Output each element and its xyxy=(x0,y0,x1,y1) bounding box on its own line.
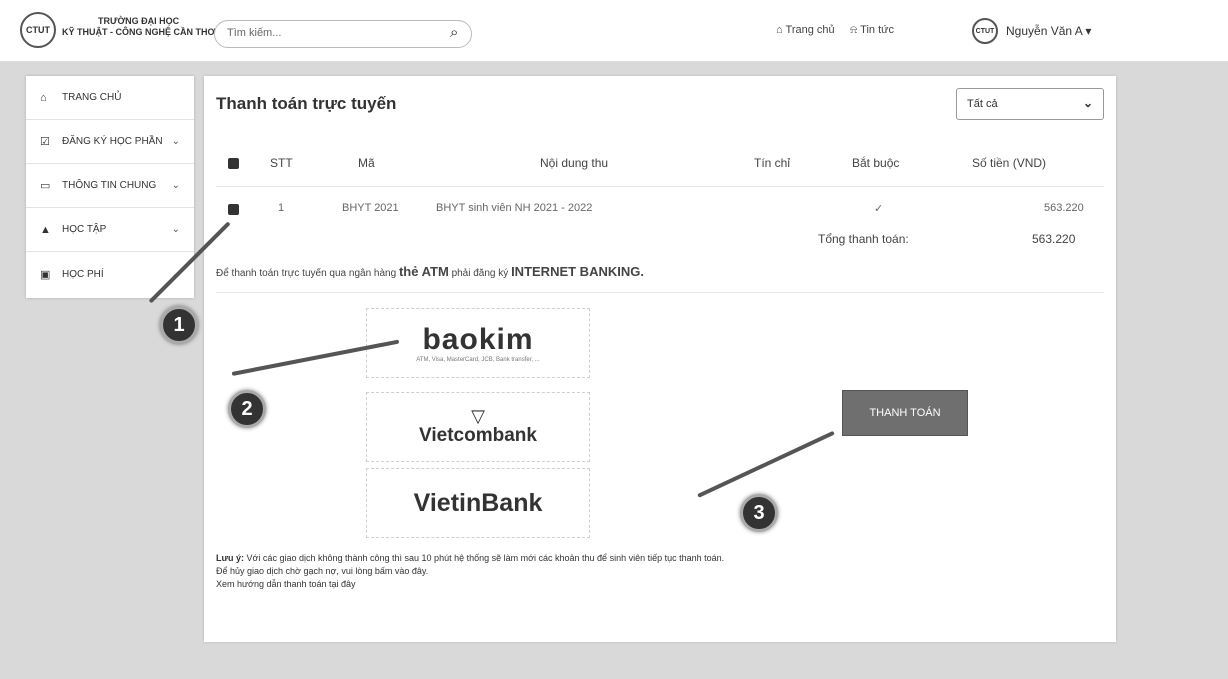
sidebar-item-label: TRANG CHỦ xyxy=(62,92,122,103)
page-title: Thanh toán trực tuyến xyxy=(216,94,397,113)
graduation-cap-icon: ▲ xyxy=(40,223,51,236)
cancel-transaction-link[interactable]: Để hủy giao dịch chờ gạch nợ, vui lòng b… xyxy=(216,565,724,578)
pay-button[interactable]: THANH TOÁN xyxy=(842,390,968,436)
column-header-ma: Mã xyxy=(358,156,375,170)
vietcombank-logo-icon: ▽ xyxy=(471,406,485,426)
chevron-down-icon: ▾ xyxy=(1085,24,1092,38)
chevron-down-icon: ⌄ xyxy=(1082,96,1093,110)
chevron-down-icon: ⌄ xyxy=(171,136,180,147)
sidebar-item-thong-tin-chung[interactable]: ▭ THÔNG TIN CHUNG ⌄ xyxy=(26,164,194,208)
bell-icon: ⍾ xyxy=(850,24,858,36)
bank-note-prefix: Để thanh toán trực tuyến qua ngân hàng xyxy=(216,268,397,279)
total-value: 563.220 xyxy=(1032,232,1076,246)
sidebar-item-hoc-tap[interactable]: ▲ HỌC TẬP ⌄ xyxy=(26,208,194,252)
sidebar-item-label: HỌC TẬP xyxy=(62,224,107,235)
payment-guide-link[interactable]: Xem hướng dẫn thanh toán tại đây xyxy=(216,578,724,591)
school-name-line1: TRƯỜNG ĐẠI HỌC xyxy=(98,16,180,26)
filter-value: Tất cả xyxy=(967,98,998,110)
cell-stt: 1 xyxy=(278,202,285,214)
monitor-icon: ▭ xyxy=(40,180,51,192)
column-header-bat-buoc: Bắt buộc xyxy=(852,156,900,170)
column-header-so-tien: Số tiền (VND) xyxy=(972,156,1047,170)
baokim-subtitle: ATM, Visa, MasterCard, JCB, Bank transfe… xyxy=(416,357,540,363)
column-header-noi-dung: Nội dung thu xyxy=(540,156,609,170)
nav-home-label: Trang chủ xyxy=(785,24,835,36)
sidebar-item-label: HỌC PHÍ xyxy=(62,268,104,280)
nav-news-label: Tin tức xyxy=(860,24,895,36)
cell-so-tien: 563.220 xyxy=(1044,202,1084,214)
step-marker-2: 2 xyxy=(228,390,266,428)
vietinbank-name: VietinBank xyxy=(413,488,543,517)
bank-note-mid: phải đăng ký xyxy=(451,268,509,279)
cell-bat-buoc: ✓ xyxy=(874,203,884,215)
bank-note-atm: thẻ ATM xyxy=(398,264,449,279)
school-logo[interactable]: CTUT xyxy=(20,12,56,48)
baokim-logo-text: baokim xyxy=(422,323,534,356)
search-icon[interactable]: ⌕ xyxy=(450,24,458,41)
money-icon: ▣ xyxy=(40,268,51,281)
sidebar-item-dang-ky-hoc-phan[interactable]: ☑ ĐĂNG KÝ HỌC PHẦN ⌄ xyxy=(26,120,194,164)
bank-option-vietcombank[interactable]: ▽ Vietcombank xyxy=(366,392,590,462)
search-input[interactable]: Tìm kiếm... xyxy=(214,20,472,48)
user-name: Nguyễn Văn A xyxy=(1006,24,1083,38)
home-icon: ⌂ xyxy=(776,24,783,36)
sidebar: ⌂ TRANG CHỦ ☑ ĐĂNG KÝ HỌC PHẦN ⌄ ▭ THÔNG… xyxy=(26,76,194,298)
column-header-tin-chi: Tín chỉ xyxy=(754,156,791,170)
search-placeholder: Tìm kiếm... xyxy=(227,27,282,39)
cell-noi-dung: BHYT sinh viên NH 2021 - 2022 xyxy=(436,202,593,214)
vietcombank-name: Vietcombank xyxy=(419,425,537,446)
payment-panel: Thanh toán trực tuyến Tất cả ⌄ STT Mã Nộ… xyxy=(204,76,1116,642)
total-label: Tổng thanh toán: xyxy=(818,232,909,246)
cell-ma: BHYT 2021 xyxy=(342,202,399,214)
column-header-stt: STT xyxy=(270,156,293,170)
bank-note-internet-banking: INTERNET BANKING. xyxy=(511,264,644,279)
select-all-checkbox[interactable] xyxy=(228,158,239,169)
filter-select[interactable]: Tất cả ⌄ xyxy=(956,88,1104,120)
note-label: Lưu ý: xyxy=(216,553,245,563)
bank-instruction: Để thanh toán trực tuyến qua ngân hàng t… xyxy=(216,264,644,279)
row-checkbox[interactable] xyxy=(228,204,239,215)
step-marker-3: 3 xyxy=(740,494,778,532)
sidebar-item-hoc-phi[interactable]: ▣ HỌC PHÍ ⌄ xyxy=(26,252,194,296)
check-square-icon: ☑ xyxy=(40,136,50,148)
school-name: TRƯỜNG ĐẠI HỌC KỸ THUẬT - CÔNG NGHỆ CẦN … xyxy=(62,16,215,38)
top-header: CTUT TRƯỜNG ĐẠI HỌC KỸ THUẬT - CÔNG NGHỆ… xyxy=(0,0,1228,62)
chevron-down-icon: ⌄ xyxy=(171,224,180,235)
bank-option-baokim[interactable]: baokim ATM, Visa, MasterCard, JCB, Bank … xyxy=(366,308,590,378)
sidebar-item-label: ĐĂNG KÝ HỌC PHẦN xyxy=(62,136,163,147)
school-name-line2: KỸ THUẬT - CÔNG NGHỆ CẦN THƠ xyxy=(62,27,216,37)
payment-notes: Lưu ý: Với các giao dịch không thành côn… xyxy=(216,552,724,591)
note-line-1: Với các giao dịch không thành công thì s… xyxy=(246,553,725,563)
chevron-down-icon: ⌄ xyxy=(171,180,180,191)
sidebar-item-label: THÔNG TIN CHUNG xyxy=(62,180,157,191)
sidebar-item-trang-chu[interactable]: ⌂ TRANG CHỦ xyxy=(26,76,194,120)
section-divider xyxy=(216,292,1104,293)
bank-option-vietinbank[interactable]: VietinBank xyxy=(366,468,590,538)
avatar-text: CTUT xyxy=(975,27,995,35)
logo-text: CTUT xyxy=(26,25,50,35)
avatar[interactable]: CTUT xyxy=(972,18,998,44)
nav-home-link[interactable]: ⌂ Trang chủ xyxy=(776,24,835,36)
nav-news-link[interactable]: ⍾ Tin tức xyxy=(850,24,894,37)
table-divider xyxy=(216,186,1104,187)
step-marker-1: 1 xyxy=(160,306,198,344)
home-icon: ⌂ xyxy=(40,91,47,104)
user-menu[interactable]: Nguyễn Văn A ▾ xyxy=(1006,24,1091,38)
